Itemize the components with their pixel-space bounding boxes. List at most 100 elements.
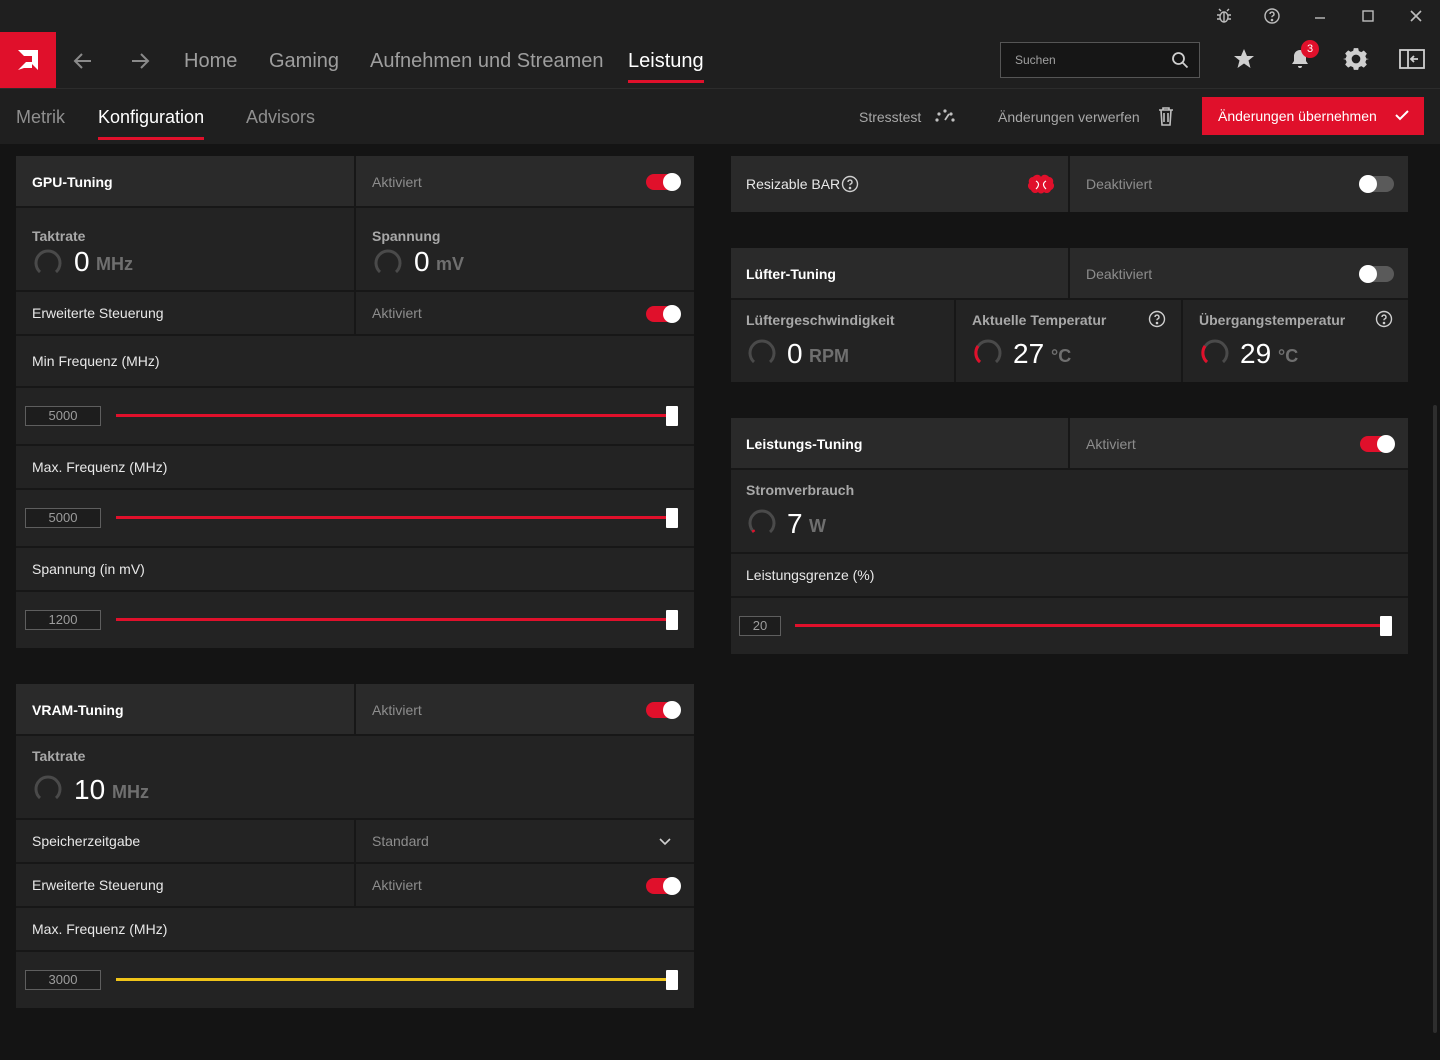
sidebar-toggle-icon[interactable] bbox=[1399, 46, 1425, 72]
vram-tuning-title: VRAM-Tuning bbox=[32, 702, 124, 718]
vram-tuning-state: Aktiviert bbox=[372, 702, 422, 718]
sub-navigation: Metrik Konfiguration Advisors Stresstest… bbox=[0, 88, 1440, 144]
max-freq-slider-handle[interactable] bbox=[666, 508, 678, 528]
gpu-clock-unit: MHz bbox=[96, 254, 133, 274]
junction-temp-cell: Übergangstemperatur 29 °C bbox=[1183, 300, 1408, 382]
gear-icon[interactable] bbox=[1343, 46, 1369, 72]
power-gauge-icon bbox=[748, 509, 776, 534]
help-icon[interactable] bbox=[1148, 310, 1166, 328]
resizable-bar-panel: Resizable BAR Deaktiviert bbox=[731, 156, 1408, 212]
vram-max-freq-slider-row: 3000 bbox=[16, 952, 694, 1008]
junction-temp-title: Übergangstemperatur bbox=[1199, 312, 1346, 328]
power-tuning-header: Leistungs-Tuning Aktiviert bbox=[731, 418, 1408, 470]
vram-max-freq-input[interactable]: 3000 bbox=[25, 970, 101, 990]
star-icon[interactable] bbox=[1231, 46, 1257, 72]
voltage-input[interactable]: 1200 bbox=[25, 610, 101, 630]
trash-icon[interactable] bbox=[1155, 105, 1177, 127]
gpu-tuning-toggle[interactable] bbox=[646, 173, 681, 191]
power-limit-slider-row: 20 bbox=[731, 598, 1408, 654]
gpu-clock-gauge-icon bbox=[34, 249, 62, 274]
vram-tuning-panel: VRAM-Tuning Aktiviert Taktrate 10 MHz Sp… bbox=[16, 684, 694, 1008]
vram-max-freq-label: Max. Frequenz (MHz) bbox=[32, 921, 168, 937]
maximize-icon[interactable] bbox=[1358, 6, 1378, 26]
tab-configuration[interactable]: Konfiguration bbox=[98, 107, 205, 140]
vram-clock-gauge-icon bbox=[34, 775, 62, 800]
vram-tuning-toggle[interactable] bbox=[646, 701, 681, 719]
power-limit-slider-track[interactable] bbox=[795, 624, 1381, 627]
fan-metrics-row: Lüftergeschwindigkeit 0 RPM Aktuelle Tem… bbox=[731, 300, 1408, 382]
nav-gaming[interactable]: Gaming bbox=[269, 50, 339, 73]
memory-timing-dropdown[interactable]: Standard bbox=[356, 820, 694, 862]
gpu-voltage-title: Spannung bbox=[372, 228, 441, 244]
fan-speed-cell: Lüftergeschwindigkeit 0 RPM bbox=[731, 300, 956, 382]
back-arrow-icon[interactable] bbox=[72, 50, 94, 72]
min-freq-slider-handle[interactable] bbox=[666, 406, 678, 426]
forward-arrow-icon[interactable] bbox=[129, 50, 151, 72]
help-icon[interactable] bbox=[1262, 6, 1282, 26]
tab-metrics[interactable]: Metrik bbox=[16, 107, 65, 128]
vram-clock-value: 10 bbox=[74, 774, 106, 805]
current-temp-title: Aktuelle Temperatur bbox=[972, 312, 1107, 328]
max-freq-slider-track[interactable] bbox=[116, 516, 676, 519]
fan-tuning-panel: Lüfter-Tuning Deaktiviert Lüftergeschwin… bbox=[731, 248, 1408, 382]
speedometer-icon[interactable] bbox=[934, 105, 956, 127]
nav-record-stream[interactable]: Aufnehmen und Streamen bbox=[370, 50, 604, 73]
help-icon[interactable] bbox=[1375, 310, 1393, 328]
apply-changes-label: Änderungen übernehmen bbox=[1218, 108, 1377, 124]
gpu-advanced-state: Aktiviert bbox=[372, 305, 422, 321]
gpu-advanced-toggle[interactable] bbox=[646, 305, 681, 323]
gpu-tuning-title: GPU-Tuning bbox=[32, 174, 113, 190]
tab-advisors[interactable]: Advisors bbox=[246, 107, 315, 128]
current-temp-gauge-icon bbox=[974, 339, 1002, 364]
gpu-clock-title: Taktrate bbox=[32, 228, 86, 244]
search-icon[interactable] bbox=[1171, 51, 1189, 69]
scrollbar[interactable] bbox=[1433, 405, 1437, 1033]
vram-advanced-row: Erweiterte Steuerung Aktiviert bbox=[16, 864, 694, 908]
max-freq-input[interactable]: 5000 bbox=[25, 508, 101, 528]
search-box[interactable] bbox=[1000, 42, 1200, 78]
min-freq-slider-track[interactable] bbox=[116, 414, 676, 417]
voltage-slider-label: Spannung (in mV) bbox=[32, 561, 145, 577]
min-freq-input[interactable]: 5000 bbox=[25, 406, 101, 426]
max-freq-label-row: Max. Frequenz (MHz) bbox=[16, 446, 694, 490]
fan-speed-value: 0 bbox=[787, 338, 803, 369]
voltage-slider-handle[interactable] bbox=[666, 610, 678, 630]
vram-advanced-toggle[interactable] bbox=[646, 877, 681, 895]
stresstest-link[interactable]: Stresstest bbox=[859, 109, 921, 125]
fan-tuning-header: Lüfter-Tuning Deaktiviert bbox=[731, 248, 1408, 300]
gpu-advanced-row: Erweiterte Steuerung Aktiviert bbox=[16, 292, 694, 336]
fan-tuning-toggle[interactable] bbox=[1359, 265, 1394, 283]
voltage-slider-track[interactable] bbox=[116, 618, 676, 621]
resizable-bar-toggle[interactable] bbox=[1359, 175, 1394, 193]
current-temp-cell: Aktuelle Temperatur 27 °C bbox=[956, 300, 1183, 382]
junction-temp-gauge-icon bbox=[1201, 339, 1229, 364]
vram-clock-unit: MHz bbox=[112, 782, 149, 802]
vram-max-freq-slider-track[interactable] bbox=[116, 978, 676, 981]
amd-logo[interactable] bbox=[0, 32, 56, 88]
gpu-clock-value: 0 bbox=[74, 246, 90, 277]
vram-advanced-label: Erweiterte Steuerung bbox=[32, 877, 164, 893]
search-input[interactable] bbox=[1001, 43, 1161, 77]
min-freq-slider-row: 5000 bbox=[16, 388, 694, 446]
power-limit-input[interactable]: 20 bbox=[739, 616, 781, 636]
minimize-icon[interactable] bbox=[1310, 6, 1330, 26]
power-value: 7 bbox=[787, 508, 803, 539]
power-limit-slider-handle[interactable] bbox=[1380, 616, 1392, 636]
gpu-tuning-state: Aktiviert bbox=[372, 174, 422, 190]
power-tuning-panel: Leistungs-Tuning Aktiviert Stromverbrauc… bbox=[731, 418, 1408, 654]
discard-changes-link[interactable]: Änderungen verwerfen bbox=[998, 109, 1140, 125]
max-freq-label: Max. Frequenz (MHz) bbox=[32, 459, 168, 475]
apply-changes-button[interactable]: Änderungen übernehmen bbox=[1202, 97, 1424, 135]
nav-home[interactable]: Home bbox=[184, 50, 237, 73]
nav-performance[interactable]: Leistung bbox=[628, 50, 704, 83]
chevron-down-icon[interactable] bbox=[658, 835, 672, 849]
current-temp-value: 27 bbox=[1013, 338, 1045, 369]
resizable-bar-state: Deaktiviert bbox=[1086, 176, 1153, 192]
bug-icon[interactable] bbox=[1214, 6, 1234, 26]
min-freq-label: Min Frequenz (MHz) bbox=[32, 353, 160, 369]
vram-max-freq-slider-handle[interactable] bbox=[666, 970, 678, 990]
close-icon[interactable] bbox=[1406, 6, 1426, 26]
help-icon[interactable] bbox=[841, 175, 859, 193]
title-bar bbox=[0, 0, 1440, 32]
power-tuning-toggle[interactable] bbox=[1360, 435, 1395, 453]
